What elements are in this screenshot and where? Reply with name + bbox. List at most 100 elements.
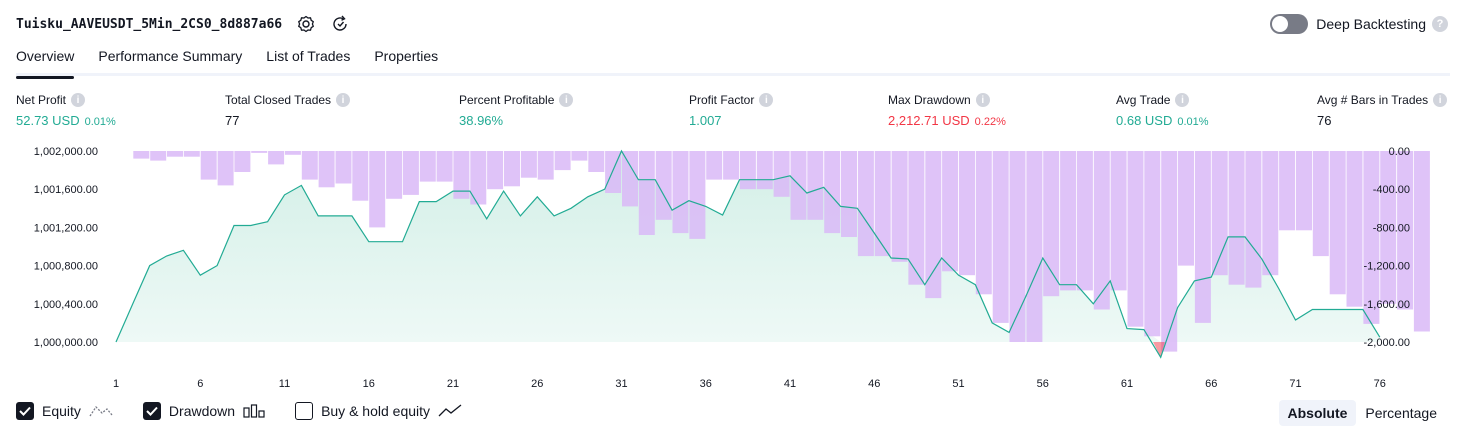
drawdown-bar — [959, 151, 975, 276]
drawdown-bar — [369, 151, 386, 228]
help-icon[interactable]: ? — [1432, 16, 1448, 32]
info-icon[interactable]: i — [71, 93, 86, 107]
tab-bar: Overview Performance Summary List of Tra… — [16, 46, 1450, 79]
drawdown-bar — [908, 151, 925, 285]
x-axis-tick-label: 16 — [363, 378, 375, 388]
metric-value: 77 — [225, 113, 240, 128]
settings-icon[interactable] — [296, 14, 316, 34]
drawdown-bar — [150, 151, 167, 161]
info-icon[interactable]: i — [759, 93, 774, 107]
x-axis-tick-label: 51 — [952, 378, 964, 388]
drawdown-bar — [284, 151, 301, 155]
buy-hold-checkbox[interactable] — [295, 402, 314, 420]
x-axis-tick-label: 41 — [784, 378, 796, 388]
left-axis-tick-label: 1,001,200.00 — [34, 222, 98, 234]
metric-value: 0.68 USD — [1116, 113, 1173, 128]
drawdown-bar — [588, 151, 605, 172]
drawdown-bar — [975, 151, 992, 295]
drawdown-bar — [318, 151, 335, 188]
metric-label: Total Closed Trades — [225, 93, 332, 107]
right-axis-tick-label: 0.00 — [1389, 146, 1410, 158]
drawdown-bar — [739, 151, 756, 190]
info-icon[interactable]: i — [1433, 93, 1448, 107]
metric-percent: 0.01% — [84, 116, 116, 128]
absolute-button[interactable]: Absolute — [1278, 400, 1357, 426]
drawdown-bar — [487, 151, 504, 190]
metric-percent: 0.01% — [1177, 116, 1209, 128]
legend-equity[interactable]: Equity — [16, 402, 113, 420]
drawdown-bar — [402, 151, 419, 195]
left-axis-tick-label: 1,000,000.00 — [34, 337, 98, 349]
chart-legend: Equity Drawdown Buy & hold equity — [16, 402, 492, 420]
drawdown-bar — [504, 151, 520, 187]
metric-avg-bars-in-trades: Avg # Bars in Trades i 76 — [1317, 93, 1448, 128]
legend-buy-hold[interactable]: Buy & hold equity — [295, 402, 462, 420]
x-axis-tick-label: 31 — [615, 378, 627, 388]
drawdown-bar — [251, 151, 268, 153]
drawdown-bar — [537, 151, 554, 180]
drawdown-bar — [1228, 151, 1245, 285]
x-axis-tick-label: 11 — [279, 378, 290, 388]
drawdown-bar — [520, 151, 537, 178]
drawdown-checkbox[interactable] — [142, 402, 161, 420]
percentage-button[interactable]: Percentage — [1356, 400, 1446, 426]
drawdown-bar — [335, 151, 352, 184]
deep-backtesting: Deep Backtesting ? — [1270, 14, 1448, 34]
metric-percent: 0.22% — [974, 116, 1006, 128]
metric-label: Percent Profitable — [459, 93, 555, 107]
drawdown-bar — [857, 151, 874, 257]
refresh-icon[interactable] — [330, 14, 350, 34]
drawdown-bar — [1346, 151, 1363, 307]
header: Tuisku_AAVEUSDT_5Min_2CS0_8d887a66 — [16, 10, 350, 38]
tab-performance-summary[interactable]: Performance Summary — [98, 46, 242, 76]
x-axis-tick-label: 6 — [197, 378, 203, 388]
info-icon[interactable]: i — [336, 93, 351, 107]
info-icon[interactable]: i — [559, 93, 574, 107]
right-axis-tick-label: -1,600.00 — [1364, 299, 1410, 311]
drawdown-bar — [622, 151, 638, 207]
deep-backtesting-label: Deep Backtesting — [1316, 16, 1426, 32]
metric-total-closed-trades: Total Closed Trades i 77 — [225, 93, 351, 128]
metric-value: 1.007 — [689, 113, 722, 128]
drawdown-bar — [1043, 151, 1060, 297]
drawdown-bar — [554, 151, 571, 171]
drawdown-bar — [790, 151, 807, 220]
deep-backtesting-toggle[interactable] — [1270, 14, 1309, 34]
equity-checkbox[interactable] — [16, 402, 34, 420]
drawdown-bar — [1329, 151, 1346, 295]
drawdown-bar — [268, 151, 285, 165]
metric-net-profit: Net Profit i 52.73 USD 0.01% — [16, 93, 116, 128]
equity-drawdown-chart[interactable]: 1,002,000.00 1,001,600.00 1,001,200.00 1,00… — [0, 138, 1466, 388]
drawdown-bar — [689, 151, 706, 239]
drawdown-bar — [352, 151, 369, 201]
drawdown-bar — [1178, 151, 1194, 266]
metric-value: 2,212.71 USD — [888, 113, 970, 128]
right-axis-tick-label: -800.00 — [1373, 222, 1410, 234]
drawdown-bar — [942, 151, 959, 272]
tab-properties[interactable]: Properties — [374, 46, 438, 76]
x-axis-tick-label: 26 — [531, 378, 543, 388]
drawdown-bar — [891, 151, 908, 262]
drawdown-bar — [638, 151, 655, 235]
metric-value: 38.96% — [459, 113, 504, 128]
legend-drawdown[interactable]: Drawdown — [142, 402, 265, 420]
drawdown-bar — [1127, 151, 1144, 327]
x-axis-tick-label: 21 — [447, 378, 459, 388]
drawdown-bar — [807, 151, 824, 220]
buy-hold-line-icon — [438, 404, 462, 418]
drawdown-bar — [1245, 151, 1262, 288]
tab-list-of-trades[interactable]: List of Trades — [266, 46, 350, 76]
metric-profit-factor: Profit Factor i 1.007 — [689, 93, 774, 128]
drawdown-bar — [1296, 151, 1312, 231]
toggle-knob — [1272, 16, 1289, 32]
info-icon[interactable]: i — [1175, 93, 1190, 107]
drawdown-bar — [925, 151, 942, 299]
scale-switch: Absolute Percentage — [1278, 400, 1447, 426]
drawdown-bar — [874, 151, 891, 257]
drawdown-bar — [133, 151, 150, 159]
left-axis-tick-label: 1,000,800.00 — [34, 261, 98, 273]
tab-overview[interactable]: Overview — [16, 46, 75, 79]
info-icon[interactable]: i — [975, 93, 990, 107]
strategy-title: Tuisku_AAVEUSDT_5Min_2CS0_8d887a66 — [16, 16, 283, 32]
metric-value: 52.73 USD — [16, 113, 80, 128]
